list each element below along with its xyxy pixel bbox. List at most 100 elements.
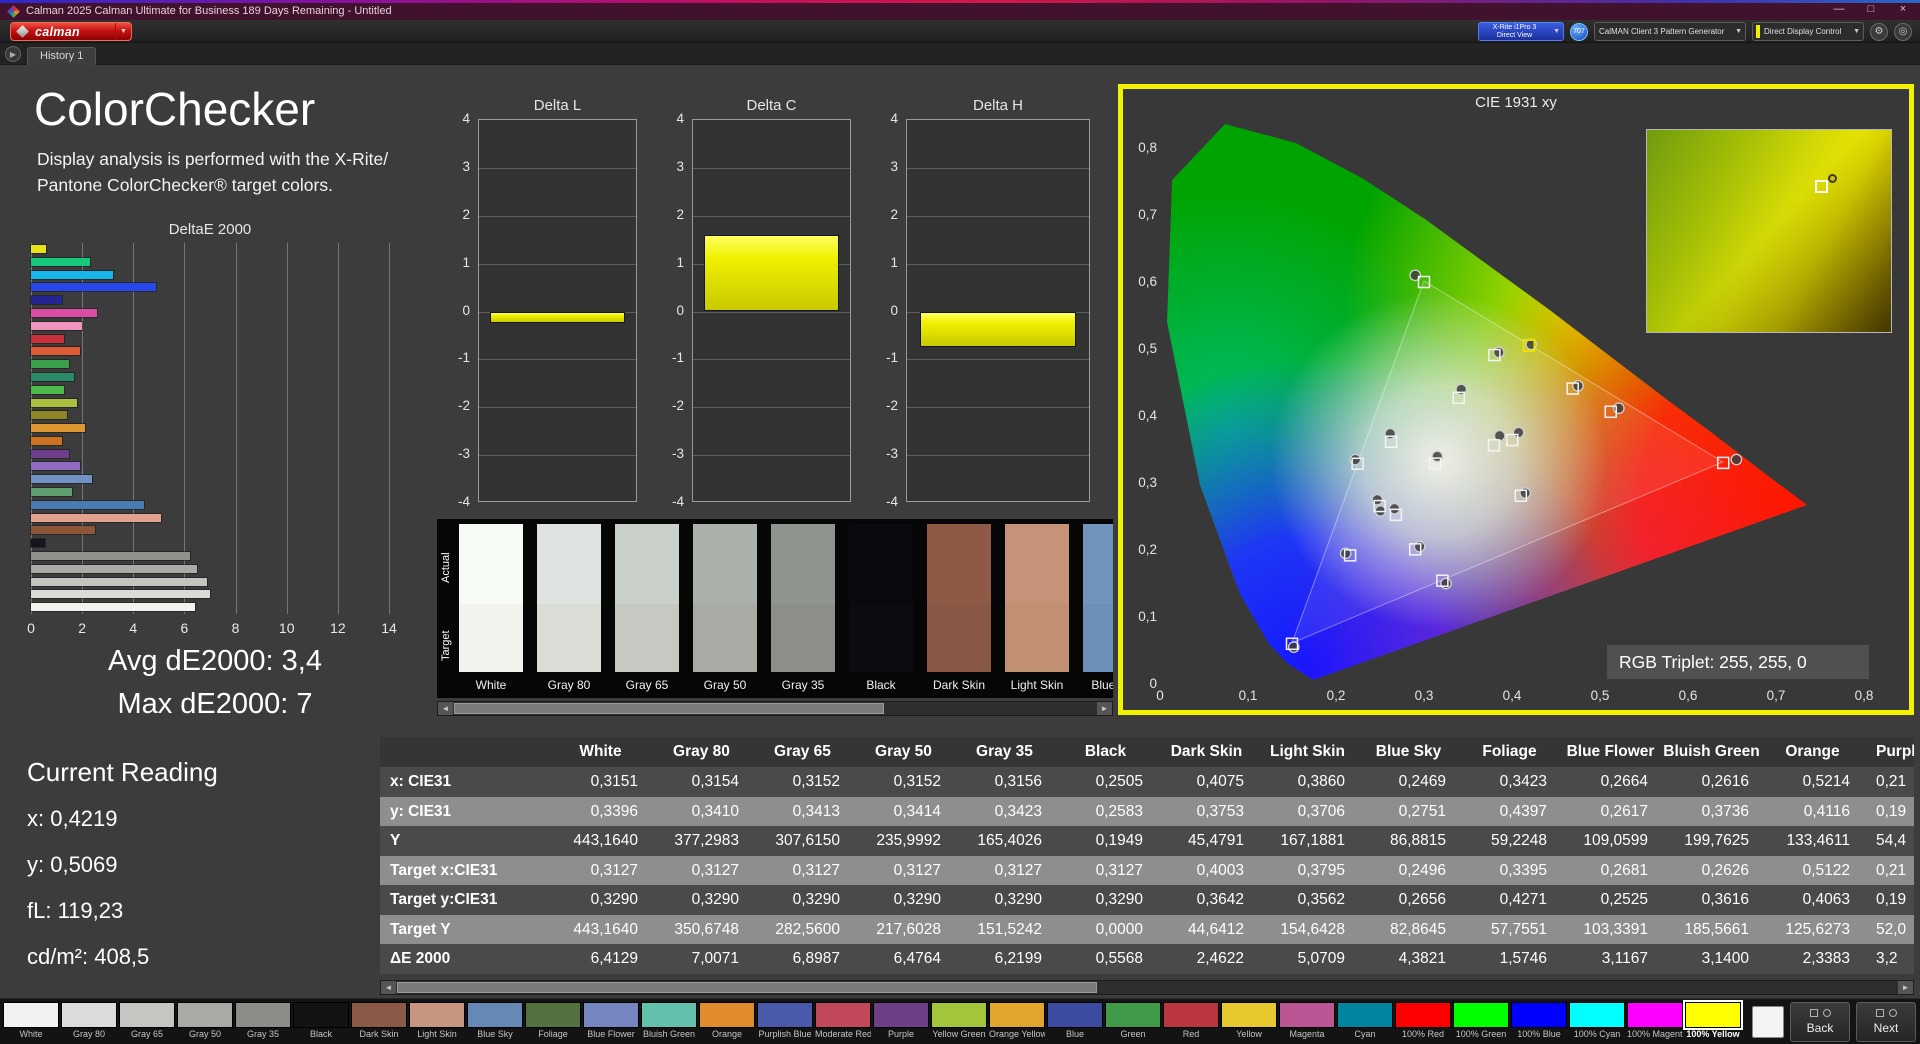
palette-item[interactable]: 100% Yellow (1683, 1000, 1743, 1039)
palette-item[interactable]: Blue Sky (467, 1002, 523, 1039)
table-cell: 0,5122 (1802, 861, 1850, 879)
palette-item-label: Orange (711, 1029, 743, 1039)
palette-item[interactable]: Purple (873, 1002, 929, 1039)
palette-item[interactable]: Blue Flower (583, 1002, 639, 1039)
swatch-label: Black (866, 678, 896, 692)
close-icon[interactable]: × (1896, 3, 1910, 15)
x-tick-label: 10 (278, 620, 295, 636)
scroll-left-arrow-icon[interactable]: ◄ (438, 702, 453, 715)
palette-item[interactable]: Light Skin (409, 1002, 465, 1039)
y-tick-label: -4 (885, 494, 898, 509)
table-cell: 0,2496 (1398, 861, 1446, 879)
palette-item[interactable]: Magenta (1279, 1002, 1335, 1039)
palette-item[interactable]: Yellow (1221, 1002, 1277, 1039)
palette-item[interactable]: Blue (1047, 1002, 1103, 1039)
pattern-palette-bar: Back Next White Gray 80 Gray 65 Gray 50 Gray… (0, 998, 1920, 1044)
table-cell: 0,3423 (1499, 773, 1547, 790)
palette-item[interactable]: Gray 65 (119, 1002, 175, 1039)
swatch-actual (927, 524, 991, 604)
table-cell: 0,3753 (1196, 802, 1244, 820)
pattern-circle-icon (1888, 1008, 1897, 1017)
table-scrollbar-thumb[interactable] (397, 982, 1097, 993)
palette-item[interactable]: Dark Skin (351, 1002, 407, 1039)
palette-item[interactable]: Purplish Blue (757, 1002, 813, 1039)
swatch-target (459, 604, 523, 672)
swatch-scrollbar-thumb[interactable] (454, 703, 884, 714)
table-cell: 82,8645 (1389, 920, 1446, 938)
palette-item-label: White (19, 1029, 43, 1039)
minimize-icon[interactable]: — (1832, 3, 1846, 15)
palette-item[interactable]: 100% Cyan (1569, 1002, 1625, 1039)
x-tick-label: 6 (180, 620, 189, 636)
table-cell: 0,21 (1876, 773, 1907, 790)
palette-swatch (409, 1002, 465, 1028)
target-icon[interactable]: ◎ (1894, 22, 1912, 41)
deltae-bar (30, 295, 63, 306)
deltae-bar (29, 474, 94, 485)
scroll-right-arrow-icon[interactable]: ► (1898, 981, 1913, 994)
deltae-x-axis: 0 2 4 6 8 10 12 14 (27, 620, 397, 636)
palette-item[interactable]: 100% Green (1453, 1002, 1509, 1039)
palette-item-label: Blue Sky (477, 1029, 513, 1039)
tab-history-1[interactable]: History 1 (27, 47, 97, 65)
y-tick-label: -1 (885, 350, 898, 366)
calman-menu-button[interactable]: calman ▼ (10, 22, 132, 41)
table-row: y: CIE31 0,3396 0,3410 0,3413 0,3414 0,3423 0,… (380, 796, 1914, 826)
table-header-cell: Foliage (1482, 743, 1537, 760)
next-button[interactable]: Next (1856, 1002, 1916, 1042)
palette-item[interactable]: Foliage (525, 1002, 581, 1039)
deltae-bar (30, 269, 114, 280)
swatch-scrollbar[interactable]: ◄ ► (437, 701, 1113, 716)
table-cell: 0,3860 (1297, 773, 1345, 790)
table-scrollbar[interactable]: ◄ ► (380, 980, 1914, 995)
palette-item[interactable]: Black (293, 1002, 349, 1039)
rgb-triplet-readout: RGB Triplet: 255, 255, 0 (1607, 645, 1869, 679)
deltae-bar (29, 371, 76, 382)
grid-line (907, 359, 1089, 361)
palette-item[interactable]: 100% Blue (1511, 1002, 1567, 1039)
palette-item[interactable]: 100% Magenta (1627, 1002, 1683, 1039)
palette-item[interactable]: White (3, 1002, 59, 1039)
display-control-selector[interactable]: Direct Display Control ▼ (1752, 22, 1864, 41)
palette-item[interactable]: 100% Red (1395, 1002, 1451, 1039)
palette-item[interactable]: Green (1105, 1002, 1161, 1039)
back-button-label: Back (1806, 1021, 1834, 1035)
palette-item-label: Cyan (1354, 1029, 1376, 1039)
palette-item[interactable]: Red (1163, 1002, 1219, 1039)
meter-status-badge[interactable]: 707 (1570, 22, 1588, 41)
pattern-source-selector[interactable]: CalMAN Client 3 Pattern Generator ▼ (1594, 22, 1746, 41)
palette-item[interactable]: Yellow Green (931, 1002, 987, 1039)
y-tick-label: 0,3 (1138, 475, 1157, 490)
table-cell: 52,0 (1876, 920, 1907, 938)
palette-swatch (1047, 1002, 1103, 1028)
table-header-cell: Light Skin (1270, 743, 1345, 760)
meter-name: X-Rite i1Pro 3 (1492, 23, 1537, 31)
pattern-window-button[interactable] (1752, 1006, 1784, 1038)
palette-item[interactable]: Bluish Green (641, 1002, 697, 1039)
palette-item[interactable]: Orange Yellow (989, 1002, 1045, 1039)
gear-icon[interactable]: ⚙ (1870, 22, 1888, 41)
back-button[interactable]: Back (1790, 1002, 1850, 1042)
swatch-actual (459, 524, 523, 604)
meter-selector[interactable]: X-Rite i1Pro 3 Direct View ▼ (1478, 22, 1564, 41)
table-cell: 0,3127 (792, 861, 840, 879)
palette-item[interactable]: Gray 35 (235, 1002, 291, 1039)
maximize-icon[interactable]: □ (1864, 3, 1878, 15)
grid-line (693, 215, 850, 217)
chevron-down-icon[interactable]: ▼ (115, 23, 131, 40)
table-cell: 0,3156 (994, 773, 1042, 790)
palette-item-label: 100% Red (1401, 1029, 1445, 1039)
scroll-left-arrow-icon[interactable]: ◄ (381, 981, 396, 994)
palette-item[interactable]: Moderate Red (815, 1002, 871, 1039)
palette-item[interactable]: Gray 80 (61, 1002, 117, 1039)
scroll-right-arrow-icon[interactable]: ► (1097, 702, 1112, 715)
palette-item[interactable]: Cyan (1337, 1002, 1393, 1039)
palette-item[interactable]: Orange (699, 1002, 755, 1039)
swatch-cell: Light Skin (1005, 524, 1069, 692)
palette-item[interactable]: Gray 50 (177, 1002, 233, 1039)
palette-swatch (1279, 1002, 1335, 1028)
table-cell: 0,19 (1876, 802, 1907, 820)
palette-swatch (3, 1002, 59, 1028)
y-tick-label: 0,5 (1138, 341, 1157, 356)
play-icon[interactable]: ▶ (5, 46, 21, 62)
